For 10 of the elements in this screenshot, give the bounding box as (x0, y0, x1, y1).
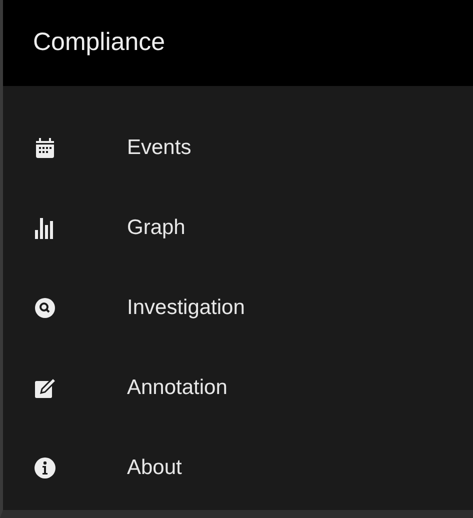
edit-icon (33, 376, 57, 400)
calendar-icon (33, 136, 57, 160)
search-icon (33, 296, 57, 320)
app-title: Compliance (33, 27, 166, 58)
info-icon (33, 456, 57, 480)
menu-item[interactable]: About (3, 428, 473, 508)
menu-item[interactable]: Graph (3, 188, 473, 268)
menu-item[interactable]: Investigation (3, 268, 473, 348)
menu-item[interactable]: Annotation (3, 348, 473, 428)
menu-item[interactable]: Events (3, 108, 473, 188)
